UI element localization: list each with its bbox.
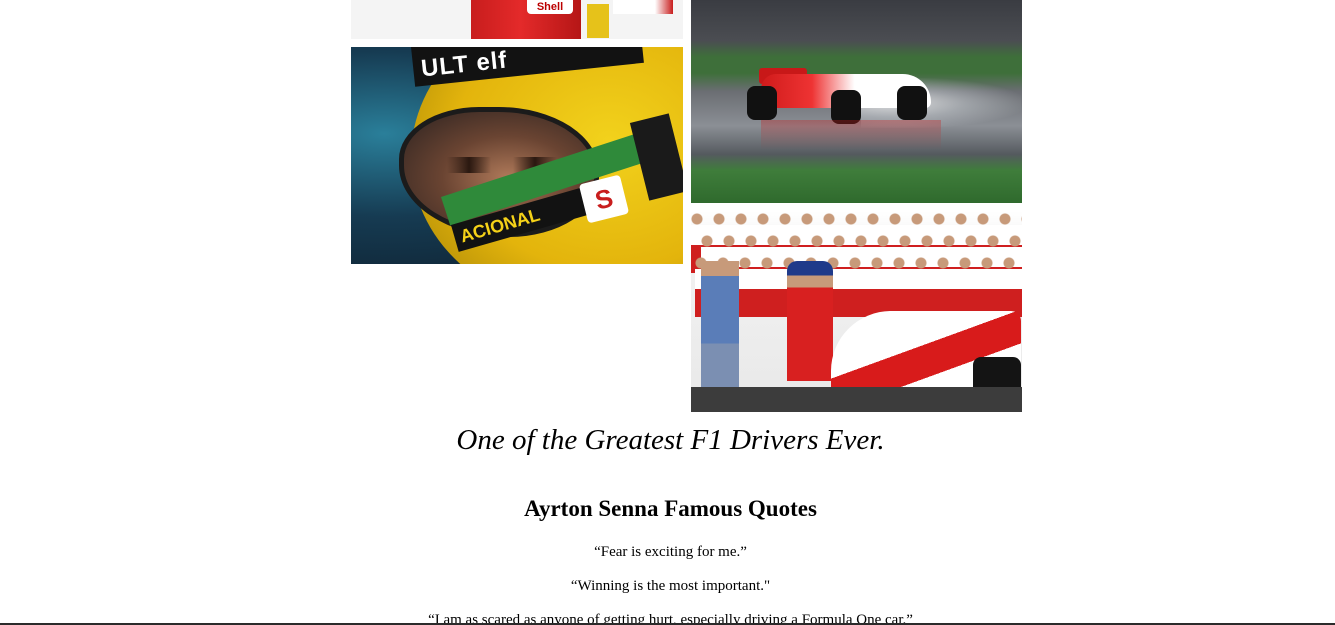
seated-driver bbox=[787, 261, 833, 381]
rear-wheel bbox=[747, 86, 777, 120]
yellow-detail bbox=[587, 4, 609, 38]
podium-photo: Shell bbox=[351, 0, 683, 39]
banner-strip bbox=[613, 0, 673, 14]
wet-track-car-photo bbox=[691, 0, 1022, 203]
team-photo bbox=[691, 211, 1022, 412]
tagline: One of the Greatest F1 Drivers Ever. bbox=[456, 424, 885, 456]
quotes-heading: Ayrton Senna Famous Quotes bbox=[524, 496, 817, 521]
quote-item: “Winning is the most important." bbox=[570, 578, 771, 594]
front-wheel bbox=[897, 86, 927, 120]
track-reflection bbox=[761, 120, 941, 150]
ground bbox=[691, 387, 1022, 412]
shell-patch: Shell bbox=[527, 0, 573, 14]
quote-item: “Fear is exciting for me.” bbox=[594, 544, 747, 560]
middle-wheel bbox=[831, 90, 861, 124]
helmet-closeup-photo: ULT elf ACIONAL S bbox=[351, 47, 683, 264]
page: Shell ULT elf ACIONAL S One of the Great… bbox=[0, 0, 1335, 625]
